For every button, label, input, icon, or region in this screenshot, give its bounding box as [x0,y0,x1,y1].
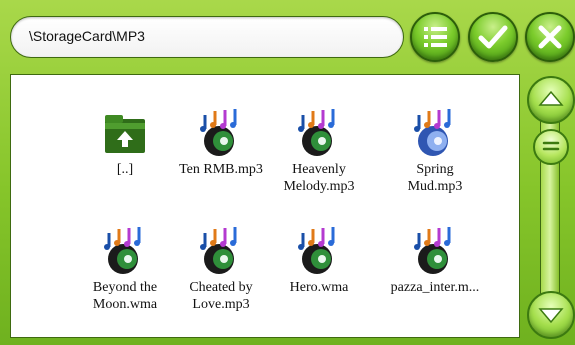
file-item-music[interactable]: Ten RMB.mp3 [169,103,273,221]
music-file-icon [200,227,237,274]
music-file-icon [414,109,451,156]
menu-button[interactable] [410,12,460,62]
checkmark-icon [478,25,508,49]
music-file-icon [414,227,451,274]
music-file-icon [298,227,335,274]
file-item-music[interactable]: Hero.wma [267,221,371,339]
file-item-music[interactable]: Cheated by Love.mp3 [169,221,273,339]
file-item-parent-folder[interactable]: [..] [73,103,177,221]
close-button[interactable] [525,12,575,62]
app-window: \StorageCard\MP3 [..] Ten RMB.mp3 Heaven… [0,0,575,345]
scroll-down-button[interactable] [527,291,575,339]
file-item-music[interactable]: Spring Mud.mp3 [383,103,487,221]
file-item-music[interactable]: Heavenly Melody.mp3 [267,103,371,221]
scroll-up-button[interactable] [527,76,575,124]
scroll-thumb[interactable] [533,129,569,165]
file-label: Hero.wma [289,280,349,295]
file-label: Spring Mud.mp3 [407,162,463,194]
ok-button[interactable] [468,12,518,62]
file-item-music[interactable]: Beyond the Moon.wma [73,221,177,339]
current-path: \StorageCard\MP3 [29,28,145,44]
close-icon [538,25,562,49]
list-menu-icon [424,27,447,47]
file-item-music[interactable]: pazza_inter.m... [383,221,487,339]
music-file-icon [200,109,237,156]
scroll-thumb-grip-icon [542,141,560,151]
file-label: Heavenly Melody.mp3 [283,162,355,194]
music-file-icon [104,227,141,274]
path-bar[interactable]: \StorageCard\MP3 [10,16,404,58]
file-browser-panel: [..] Ten RMB.mp3 Heavenly Melody.mp3 Spr… [10,74,520,338]
file-label: pazza_inter.m... [390,280,480,295]
scroll-up-icon [538,90,564,106]
music-file-icon [298,109,335,156]
scroll-down-icon [538,308,564,324]
folder-up-icon [105,115,145,153]
